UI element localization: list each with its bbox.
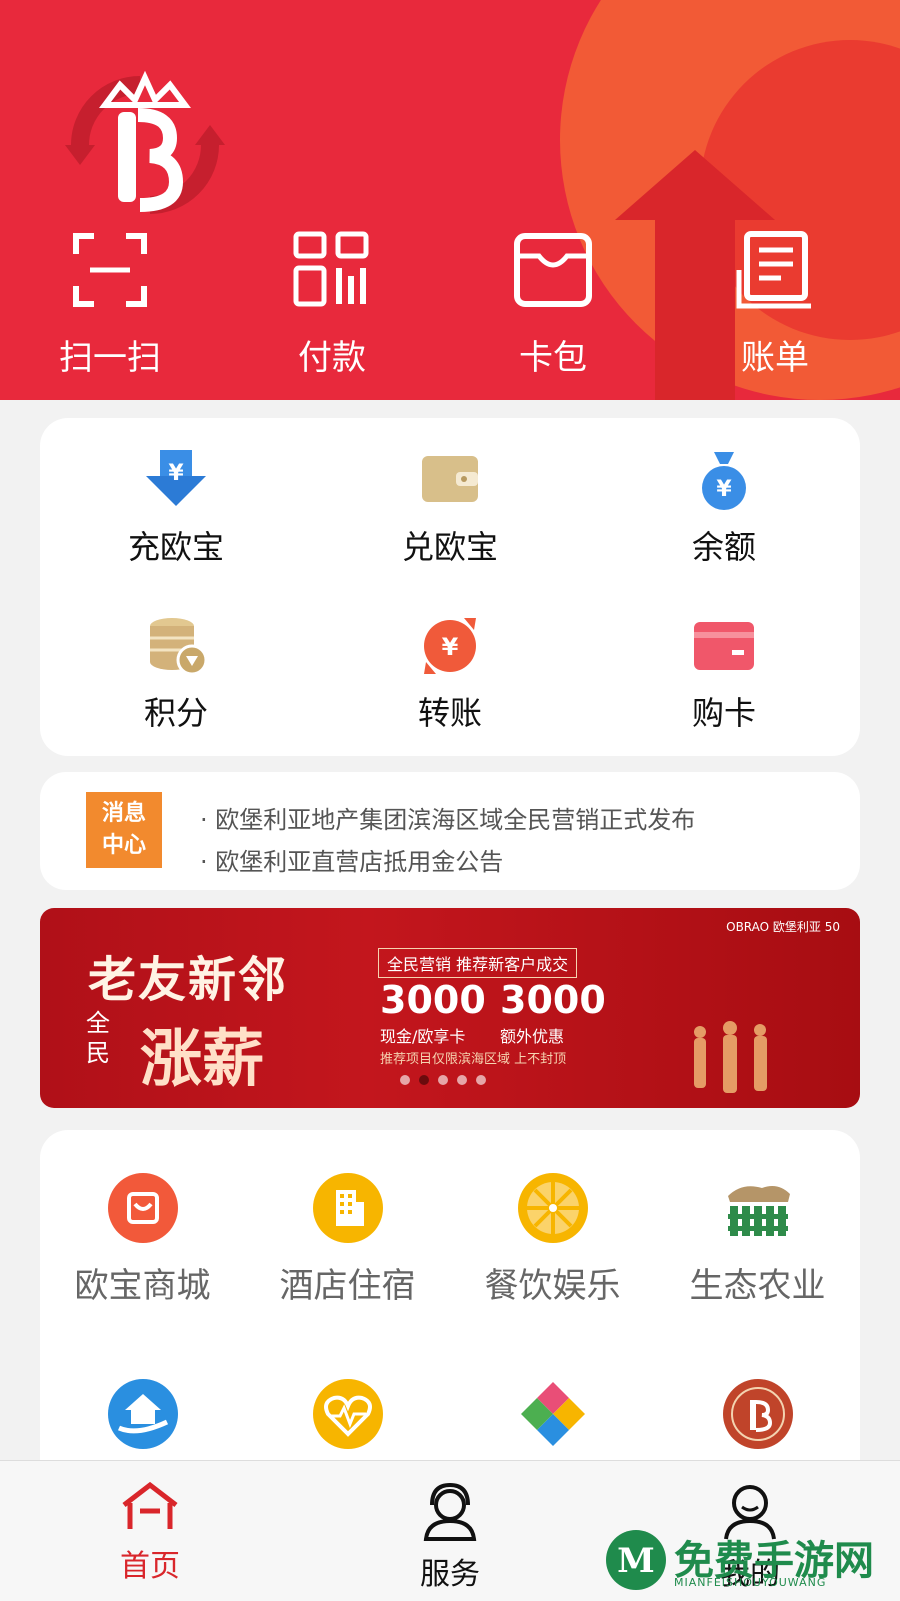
banner-title: 老友新邻 [88, 952, 289, 1008]
news-item[interactable]: · 欧堡利亚地产集团滨海区域全民营销正式发布 [200, 800, 695, 835]
tab-home-label: 首页 [120, 1549, 180, 1584]
agriculture-label: 生态农业 [689, 1266, 826, 1306]
scan-button[interactable]: 扫一扫 [40, 230, 180, 379]
message-center-badge: 消息 中心 [86, 792, 162, 868]
recharge-button[interactable]: ¥ 充欧宝 [76, 448, 276, 568]
card-wallet-button[interactable]: 卡包 [483, 230, 623, 379]
finance-card: ¥ 充欧宝 兑欧宝 ¥ 余额 积分 ¥ 转账 购卡 [40, 418, 860, 756]
banner-prefix: 全民 [86, 1009, 110, 1067]
tab-home[interactable]: 首页 [70, 1481, 230, 1585]
carousel-dot[interactable] [438, 1075, 448, 1085]
home-care-button[interactable] [40, 1378, 245, 1454]
scan-icon [73, 233, 147, 307]
promo-banner[interactable]: 老友新邻 全民 涨薪 全民营销 推荐新客户成交 3000 3000 现金/欧享卡… [40, 908, 860, 1108]
header-banner: 扫一扫 付款 卡包 账单 [0, 0, 900, 400]
mall-button[interactable]: 欧宝商城 [40, 1172, 245, 1307]
bill-icon [736, 231, 811, 309]
wallet-icon [422, 456, 478, 502]
payment-label: 付款 [298, 338, 366, 378]
brand-seal-icon [722, 1379, 793, 1449]
points-label: 积分 [143, 694, 208, 732]
brand-button[interactable] [655, 1378, 860, 1454]
transfer-button[interactable]: ¥ 转账 [350, 614, 550, 734]
dining-button[interactable]: 餐饮娱乐 [450, 1172, 655, 1307]
farm-icon [727, 1186, 790, 1236]
banner-amount-2: 3000 [500, 978, 606, 1022]
heart-pulse-icon [312, 1379, 383, 1449]
watermark-logo-icon: M [606, 1530, 666, 1590]
brand-logo-icon [65, 70, 225, 214]
banner-sub-1: 现金/欧享卡 [380, 1027, 466, 1046]
watermark: M 免费手游网 MIANFEISHOUYOUWANG [604, 1528, 894, 1598]
dining-label: 餐饮娱乐 [484, 1266, 621, 1306]
svg-text:¥: ¥ [716, 477, 732, 502]
recharge-icon: ¥ [146, 450, 206, 506]
buy-card-button[interactable]: 购卡 [624, 614, 824, 734]
bill-button[interactable]: 账单 [705, 230, 845, 379]
banner-headline: 涨薪 [140, 1022, 265, 1095]
balance-label: 余额 [691, 528, 756, 566]
banner-note: 推荐项目仅限滨海区域 上不封顶 [380, 1052, 567, 1067]
balance-button[interactable]: ¥ 余额 [624, 448, 824, 568]
agriculture-button[interactable]: 生态农业 [655, 1172, 860, 1307]
tab-service-label: 服务 [420, 1557, 480, 1592]
message-center[interactable]: 消息 中心 · 欧堡利亚地产集团滨海区域全民营销正式发布 · 欧堡利亚直营店抵用金… [40, 772, 860, 890]
banner-sub-2: 额外优惠 [500, 1027, 565, 1046]
home-icon [122, 1481, 178, 1529]
home-care-icon [107, 1379, 178, 1449]
money-bag-icon: ¥ [702, 452, 746, 510]
carousel-indicator[interactable] [400, 1070, 495, 1089]
services-card: 欧宝商城 酒店住宿 餐饮娱乐 生态农业 [40, 1130, 860, 1490]
coins-icon [150, 618, 208, 676]
carousel-dot[interactable] [476, 1075, 486, 1085]
recharge-label: 充欧宝 [127, 528, 224, 566]
transfer-icon: ¥ [424, 618, 476, 674]
community-button[interactable] [450, 1378, 655, 1454]
puzzle-hands-icon [520, 1382, 585, 1446]
svg-text:¥: ¥ [442, 633, 459, 661]
hotel-icon [312, 1173, 383, 1243]
banner-tag: 全民营销 推荐新客户成交 [378, 948, 578, 978]
service-icon [423, 1482, 477, 1541]
health-button[interactable] [245, 1378, 450, 1454]
hotel-label: 酒店住宿 [279, 1266, 416, 1306]
scan-label: 扫一扫 [59, 338, 161, 378]
tab-service[interactable]: 服务 [370, 1481, 530, 1593]
bill-label: 账单 [741, 338, 809, 378]
news-item[interactable]: · 欧堡利亚直营店抵用金公告 [200, 842, 503, 877]
hotel-button[interactable]: 酒店住宿 [245, 1172, 450, 1307]
transfer-label: 转账 [417, 694, 482, 732]
card-wallet-label: 卡包 [519, 338, 587, 378]
svg-text:M: M [617, 1541, 655, 1581]
banner-brand: OBRAO 欧堡利亚 50 [726, 920, 840, 934]
carousel-dot[interactable] [457, 1075, 467, 1085]
shopping-bag-icon [107, 1173, 178, 1243]
card-wallet-icon [514, 233, 592, 307]
mall-label: 欧宝商城 [74, 1266, 211, 1306]
payment-button[interactable]: 付款 [262, 230, 402, 379]
people-silhouette-icon [694, 1021, 767, 1093]
carousel-dot[interactable] [400, 1075, 410, 1085]
exchange-button[interactable]: 兑欧宝 [350, 448, 550, 568]
buy-card-label: 购卡 [691, 694, 756, 732]
watermark-subtext: MIANFEISHOUYOUWANG [674, 1576, 827, 1589]
payment-code-icon [293, 231, 369, 307]
header-arrow-decoration [615, 150, 775, 220]
points-button[interactable]: 积分 [76, 614, 276, 734]
banner-amount-1: 3000 [380, 978, 486, 1022]
orange-slice-icon [517, 1173, 588, 1243]
svg-text:¥: ¥ [168, 461, 184, 486]
card-icon [694, 622, 754, 670]
carousel-dot[interactable] [419, 1075, 429, 1085]
exchange-label: 兑欧宝 [401, 528, 498, 566]
